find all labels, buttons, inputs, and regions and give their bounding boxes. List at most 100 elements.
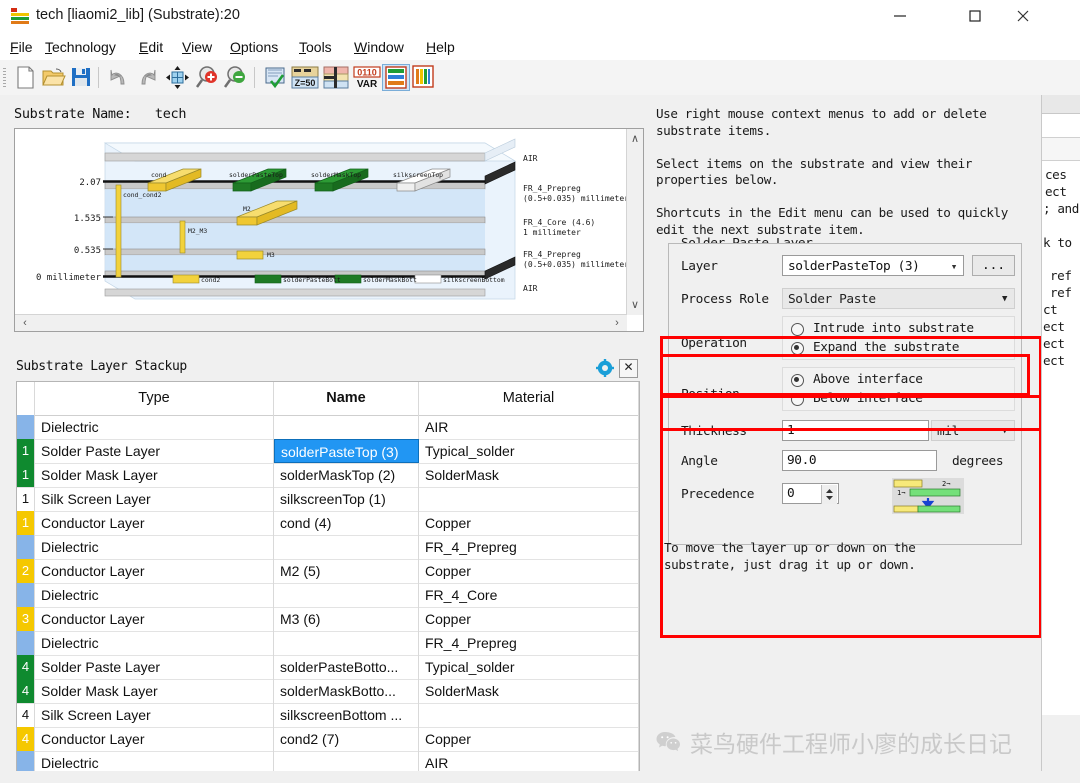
- redo-arrow-icon[interactable]: [134, 64, 160, 91]
- layer-columns-icon[interactable]: [410, 64, 438, 91]
- background-window-fragment[interactable]: ces ect ; and k to ref ref ct ect ect ec…: [1041, 95, 1080, 715]
- column-header-type[interactable]: Type: [35, 382, 274, 415]
- cell-name[interactable]: [274, 583, 419, 607]
- precedence-stepper-buttons[interactable]: [821, 485, 837, 504]
- gear-icon[interactable]: [596, 359, 614, 377]
- viewer-horizontal-scrollbar[interactable]: ‹ ›: [15, 314, 627, 331]
- stackup-edit-icon[interactable]: [322, 64, 350, 91]
- zoom-in-icon[interactable]: [194, 64, 220, 91]
- scroll-up-icon[interactable]: ∧: [627, 131, 643, 147]
- table-row[interactable]: 4Conductor Layercond2 (7)Copper: [17, 727, 639, 752]
- svg-text:solderMaskTop: solderMaskTop: [311, 171, 361, 179]
- table-row[interactable]: 4Solder Mask LayersolderMaskBotto...Sold…: [17, 679, 639, 704]
- table-row[interactable]: DielectricFR_4_Prepreg: [17, 535, 639, 560]
- substrate-3d-viewer[interactable]: cond solderPasteTop solderMaskTop silksc…: [14, 128, 644, 332]
- process-role-combo[interactable]: Solder Paste ▼: [782, 288, 1015, 309]
- column-header-index[interactable]: [17, 382, 35, 415]
- column-header-name[interactable]: Name: [274, 382, 419, 415]
- menu-window[interactable]: Window: [352, 37, 406, 57]
- radio-above-icon[interactable]: [791, 374, 804, 387]
- menu-view[interactable]: View: [180, 37, 214, 57]
- thickness-unit-combo[interactable]: mil ▼: [931, 420, 1015, 441]
- operation-option-intrude[interactable]: Intrude into substrate: [791, 320, 1006, 340]
- cell-material: AIR: [419, 415, 639, 439]
- svg-text:(0.5+0.035) millimeter: (0.5+0.035) millimeter: [523, 194, 627, 203]
- cell-name[interactable]: [274, 631, 419, 655]
- cell-name[interactable]: silkscreenTop (1): [274, 487, 419, 511]
- maximize-button[interactable]: [952, 0, 998, 32]
- cell-name[interactable]: cond2 (7): [274, 727, 419, 751]
- radio-below-icon[interactable]: [791, 393, 804, 406]
- menu-tools[interactable]: Tools: [297, 37, 334, 57]
- cell-name[interactable]: [274, 535, 419, 559]
- open-folder-icon[interactable]: [40, 64, 66, 91]
- radio-expand-icon[interactable]: [791, 342, 804, 355]
- substrate-3d-canvas[interactable]: cond solderPasteTop solderMaskTop silksc…: [15, 129, 627, 315]
- svg-text:1.535: 1.535: [74, 214, 101, 224]
- move-grid-icon[interactable]: [164, 64, 190, 91]
- thickness-unit-value: mil: [937, 424, 959, 439]
- close-icon[interactable]: ✕: [619, 359, 638, 378]
- table-row[interactable]: DielectricFR_4_Core: [17, 583, 639, 608]
- cell-name[interactable]: solderPasteBotto...: [274, 655, 419, 679]
- table-row[interactable]: 3Conductor LayerM3 (6)Copper: [17, 607, 639, 632]
- stackup-table-header: Type Name Material: [17, 382, 639, 416]
- viewer-vertical-scrollbar[interactable]: ∧ ∨: [626, 129, 643, 315]
- undo-arrow-icon[interactable]: [106, 64, 132, 91]
- table-row[interactable]: 1Conductor Layercond (4)Copper: [17, 511, 639, 536]
- svg-text:1¬: 1¬: [897, 489, 905, 497]
- cell-name[interactable]: cond (4): [274, 511, 419, 535]
- layer-browse-button[interactable]: ...: [972, 255, 1015, 276]
- operation-option-expand[interactable]: Expand the substrate: [791, 339, 1006, 359]
- layer-combo[interactable]: solderPasteTop (3) ▾: [782, 255, 964, 276]
- table-row[interactable]: 4Solder Paste LayersolderPasteBotto...Ty…: [17, 655, 639, 680]
- cell-name[interactable]: solderPasteTop (3): [274, 439, 419, 463]
- z-50-icon[interactable]: Z=50: [290, 64, 320, 91]
- table-row[interactable]: DielectricFR_4_Prepreg: [17, 631, 639, 656]
- scroll-down-icon[interactable]: ∨: [627, 297, 643, 313]
- table-row[interactable]: 4Silk Screen LayersilkscreenBottom ...: [17, 703, 639, 728]
- svg-text:(0.5+0.035) millimeter: (0.5+0.035) millimeter: [523, 260, 627, 269]
- stackup-table[interactable]: Type Name Material DielectricAIR1Solder …: [16, 381, 640, 779]
- stackup-title: Substrate Layer Stackup: [16, 359, 187, 374]
- table-row[interactable]: 1Solder Paste LayersolderPasteTop (3)Typ…: [17, 439, 639, 464]
- save-disk-icon[interactable]: [68, 64, 94, 91]
- row-index-swatch: [17, 583, 35, 607]
- radio-intrude-icon[interactable]: [791, 323, 804, 336]
- scroll-left-icon[interactable]: ‹: [17, 315, 33, 331]
- toolbar-grip[interactable]: [3, 68, 6, 88]
- check-layer-icon[interactable]: [262, 64, 288, 91]
- thickness-input[interactable]: 1: [782, 420, 929, 441]
- cell-name[interactable]: M3 (6): [274, 607, 419, 631]
- watermark: 菜鸟硬件工程师小廖的成长日记: [655, 722, 1012, 762]
- table-row[interactable]: 2Conductor LayerM2 (5)Copper: [17, 559, 639, 584]
- menu-options[interactable]: Options: [228, 37, 280, 57]
- new-icon[interactable]: [12, 64, 38, 91]
- precedence-spinner[interactable]: 0: [782, 483, 839, 504]
- menu-edit[interactable]: Edit: [137, 37, 165, 57]
- table-row[interactable]: 1Solder Mask LayersolderMaskTop (2)Solde…: [17, 463, 639, 488]
- svg-text:solderPasteTop: solderPasteTop: [229, 171, 283, 179]
- cell-name[interactable]: [274, 415, 419, 439]
- table-row[interactable]: 1Silk Screen LayersilkscreenTop (1): [17, 487, 639, 512]
- column-header-material[interactable]: Material: [419, 382, 639, 415]
- close-button[interactable]: [1000, 0, 1046, 32]
- position-option-below[interactable]: Below interface: [791, 390, 1006, 410]
- cell-name[interactable]: M2 (5): [274, 559, 419, 583]
- menu-help[interactable]: Help: [424, 37, 457, 57]
- layer-stack-icon[interactable]: [382, 64, 410, 91]
- minimize-button[interactable]: [877, 0, 923, 32]
- bg-fragment-3: k to: [1043, 235, 1072, 250]
- zoom-out-icon[interactable]: [222, 64, 248, 91]
- cell-name[interactable]: silkscreenBottom ...: [274, 703, 419, 727]
- position-option-above[interactable]: Above interface: [791, 371, 1006, 391]
- table-row[interactable]: DielectricAIR: [17, 415, 639, 440]
- cell-name[interactable]: solderMaskBotto...: [274, 679, 419, 703]
- variables-icon[interactable]: 0110VAR: [352, 64, 382, 91]
- menu-technology[interactable]: Technology: [43, 37, 118, 57]
- angle-input[interactable]: 90.0: [782, 450, 937, 471]
- menu-file[interactable]: File: [8, 37, 35, 57]
- scroll-right-icon[interactable]: ›: [609, 315, 625, 331]
- cell-name[interactable]: solderMaskTop (2): [274, 463, 419, 487]
- cell-material: SolderMask: [419, 463, 639, 487]
